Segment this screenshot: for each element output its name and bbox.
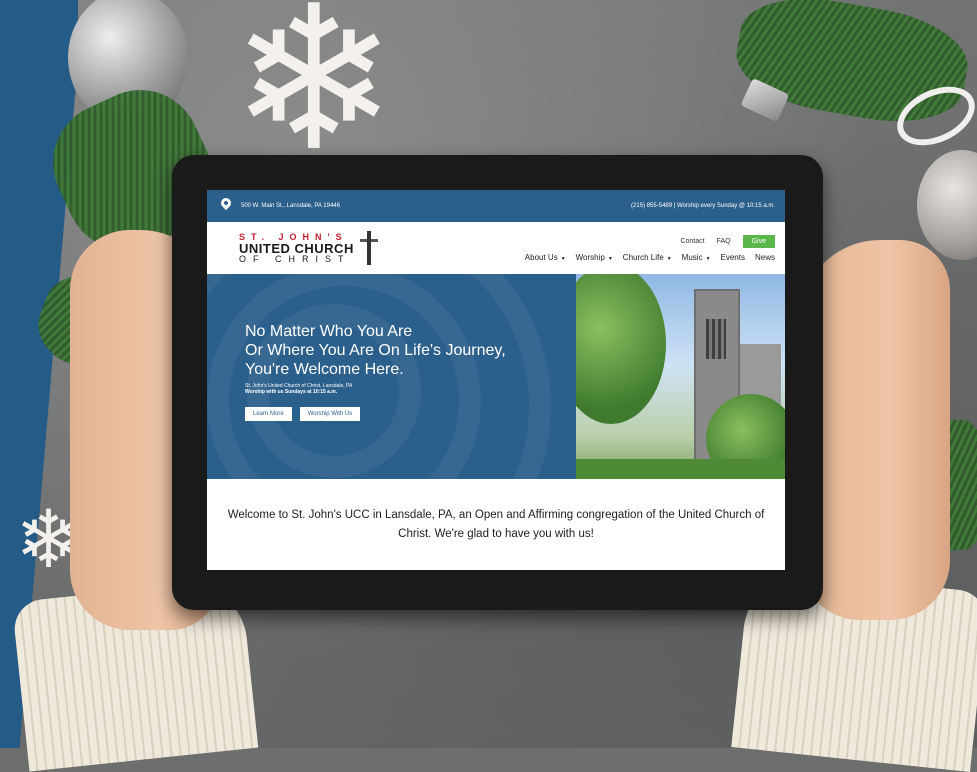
church-building-icon [357, 231, 380, 265]
faq-link[interactable]: FAQ [717, 238, 731, 245]
church-logo[interactable]: ST. JOHN'S UNITED CHURCH OF CHRIST [239, 231, 380, 265]
nav-about-us[interactable]: About Us ▼ [525, 253, 566, 262]
snowflake-decoration: ❄ [230, 0, 398, 191]
worship-time-text: Worship with us Sundays at 10:15 a.m. [245, 389, 338, 395]
address-text: 500 W. Main St., Lansdale, PA 19446 [241, 203, 340, 209]
nav-music[interactable]: Music ▼ [682, 253, 711, 262]
headline-line-1: No Matter Who You Are [245, 323, 413, 340]
location-pin-icon [218, 195, 234, 211]
hero-subtext: St. John's United Church of Christ, Lans… [245, 383, 576, 395]
hero-buttons: Learn More Worship With Us [245, 407, 576, 421]
lawn [576, 459, 785, 479]
learn-more-button[interactable]: Learn More [245, 407, 292, 421]
nav-news[interactable]: News [755, 253, 775, 262]
top-info-bar: 500 W. Main St., Lansdale, PA 19446 (215… [207, 190, 785, 222]
caret-down-icon: ▼ [666, 255, 672, 262]
nav-label: Worship [575, 252, 605, 262]
main-nav: About Us ▼ Worship ▼ Church Life ▼ Music ▼ E… [525, 253, 775, 262]
headline-line-2: Or Where You Are On Life's Journey, [245, 342, 506, 359]
nav-label: Church Life [622, 252, 664, 262]
headline-line-3: You're Welcome Here. [245, 361, 404, 378]
nav-events[interactable]: Events [721, 253, 745, 262]
tree [576, 274, 666, 424]
worship-with-us-button[interactable]: Worship With Us [299, 407, 361, 421]
logo-line-2: UNITED CHURCH [239, 240, 354, 256]
nav-worship[interactable]: Worship ▼ [576, 253, 613, 262]
welcome-message: Welcome to St. John's UCC in Lansdale, P… [227, 508, 765, 540]
welcome-section: Welcome to St. John's UCC in Lansdale, P… [207, 479, 785, 570]
contact-link[interactable]: Contact [680, 238, 704, 245]
tablet-screen: 500 W. Main St., Lansdale, PA 19446 (215… [207, 190, 785, 570]
hero-headline: No Matter Who You Are Or Where You Are O… [245, 322, 576, 379]
navigation: Contact FAQ Give About Us ▼ Worship ▼ Chur… [525, 234, 775, 262]
logo-line-3: OF CHRIST [239, 253, 351, 264]
nav-church-life[interactable]: Church Life ▼ [623, 253, 672, 262]
nav-label: Music [681, 252, 703, 262]
give-button[interactable]: Give [742, 234, 775, 248]
caret-down-icon: ▼ [560, 255, 566, 262]
site-header: ST. JOHN'S UNITED CHURCH OF CHRIST Conta… [207, 222, 785, 274]
phone-worship-text: (215) 855-5489 | Worship every Sunday @ … [631, 203, 775, 209]
caret-down-icon: ▼ [607, 255, 613, 262]
hero-section: No Matter Who You Are Or Where You Are O… [207, 274, 785, 479]
utility-nav: Contact FAQ Give [680, 234, 775, 248]
hero-text-panel: No Matter Who You Are Or Where You Are O… [207, 274, 576, 479]
caret-down-icon: ▼ [705, 255, 711, 262]
church-photo [576, 274, 785, 479]
nav-label: About Us [524, 252, 558, 262]
